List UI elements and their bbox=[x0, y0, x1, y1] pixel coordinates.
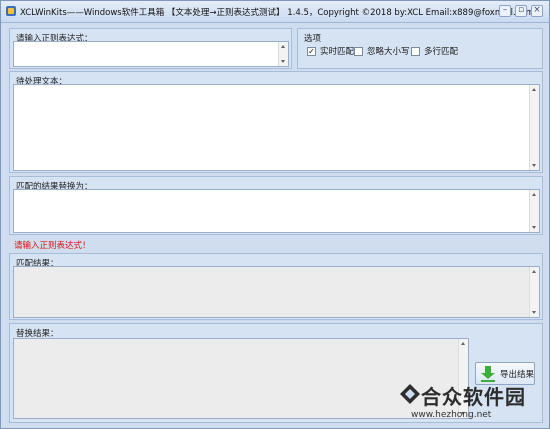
option-label: 实时匹配 bbox=[320, 47, 355, 57]
replace-with-group: 匹配的结果替换为： bbox=[9, 176, 543, 235]
scroll-up-icon[interactable] bbox=[532, 193, 536, 196]
download-arrow-icon bbox=[481, 365, 495, 382]
error-message: 请输入正则表达式！ bbox=[14, 241, 91, 251]
checkbox-multiline[interactable] bbox=[411, 46, 420, 56]
replace-with-input[interactable] bbox=[13, 189, 540, 233]
source-text-scrollbar[interactable] bbox=[529, 85, 539, 170]
app-window: XCLWinKits——Windows软件工具箱 【文本处理→正则表达式测试】 … bbox=[0, 0, 550, 429]
match-result-group: 匹配结果： bbox=[9, 253, 543, 320]
match-result-output[interactable] bbox=[13, 266, 540, 318]
export-result-label: 导出结果 bbox=[500, 369, 535, 380]
regex-group: 请输入正则表达式： bbox=[9, 28, 292, 69]
restore-icon: ▫ bbox=[517, 5, 525, 15]
source-text-input[interactable] bbox=[13, 84, 540, 171]
watermark-title: 合众软件园 bbox=[421, 385, 526, 409]
scroll-down-icon[interactable] bbox=[532, 226, 536, 229]
window-title: XCLWinKits——Windows软件工具箱 【文本处理→正则表达式测试】 … bbox=[20, 8, 534, 18]
watermark-site: www.hezhong.net bbox=[411, 410, 492, 420]
scroll-up-icon[interactable] bbox=[461, 342, 465, 345]
checkbox-realtime-match[interactable]: ✓ bbox=[307, 46, 316, 56]
source-text-group: 待处理文本： bbox=[9, 71, 543, 173]
option-ignore-case[interactable]: 忽略大小写 bbox=[354, 45, 410, 57]
scroll-down-icon[interactable] bbox=[281, 60, 285, 63]
app-icon bbox=[6, 6, 16, 16]
replace-with-scrollbar[interactable] bbox=[529, 190, 539, 232]
option-label: 多行匹配 bbox=[424, 47, 459, 57]
options-label: 选项 bbox=[304, 34, 322, 44]
title-bar[interactable]: XCLWinKits——Windows软件工具箱 【文本处理→正则表达式测试】 … bbox=[1, 1, 549, 23]
regex-input[interactable] bbox=[13, 41, 289, 67]
watermark: 合众软件园 www.hezhong.net bbox=[399, 381, 547, 426]
checkbox-ignore-case[interactable] bbox=[354, 46, 363, 56]
scroll-up-icon[interactable] bbox=[532, 88, 536, 91]
minimize-button[interactable]: – bbox=[499, 5, 511, 17]
watermark-logo-icon bbox=[400, 384, 420, 404]
option-label: 忽略大小写 bbox=[367, 47, 410, 57]
option-realtime-match[interactable]: ✓ 实时匹配 bbox=[307, 45, 354, 57]
close-button[interactable]: × bbox=[531, 5, 543, 17]
scroll-down-icon[interactable] bbox=[532, 164, 536, 167]
restore-button[interactable]: ▫ bbox=[515, 5, 527, 17]
option-multiline[interactable]: 多行匹配 bbox=[411, 45, 458, 57]
scroll-down-icon[interactable] bbox=[532, 311, 536, 314]
regex-scrollbar[interactable] bbox=[278, 42, 288, 66]
scroll-up-icon[interactable] bbox=[532, 270, 536, 273]
minimize-icon: – bbox=[502, 5, 508, 15]
scroll-up-icon[interactable] bbox=[281, 45, 285, 48]
match-result-scrollbar[interactable] bbox=[529, 267, 539, 317]
close-icon: × bbox=[533, 5, 541, 15]
